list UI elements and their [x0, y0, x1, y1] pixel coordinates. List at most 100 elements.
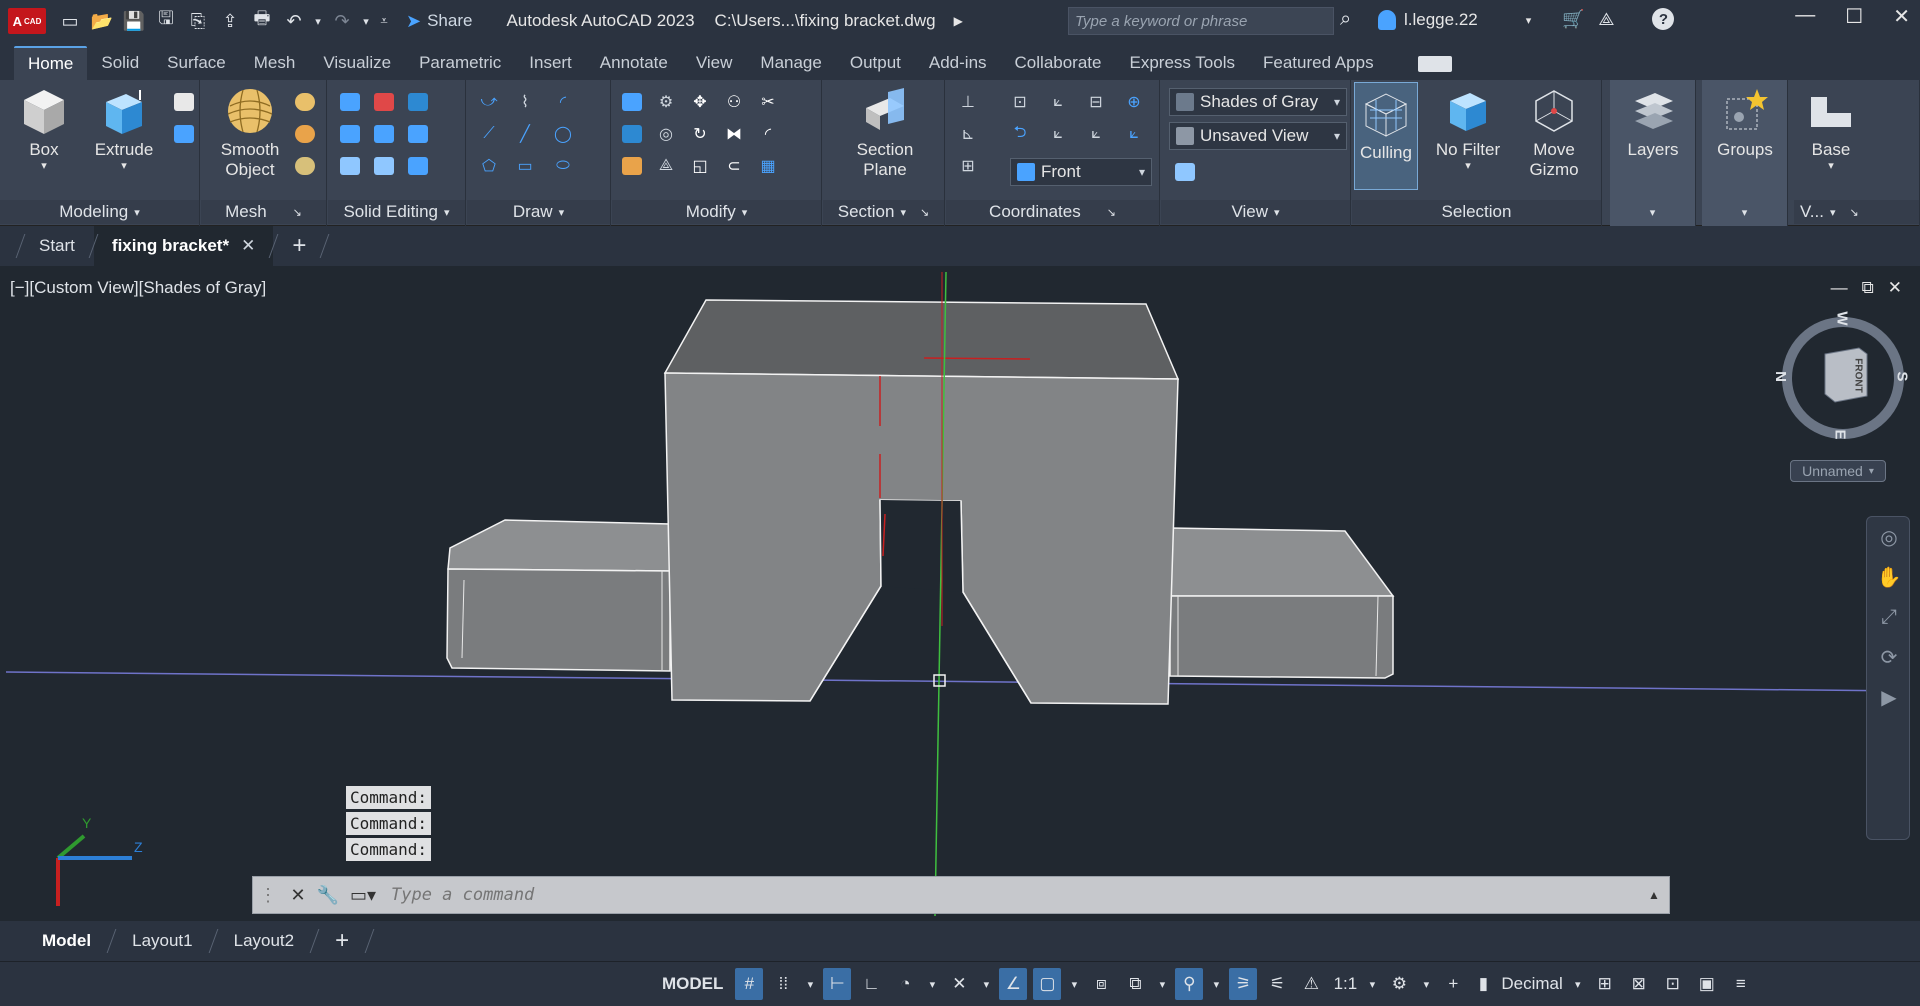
base-view-button[interactable]: Base ▾: [1794, 86, 1868, 174]
tab-output[interactable]: Output: [836, 46, 915, 80]
tab-model[interactable]: Model: [22, 921, 111, 961]
user-dropdown-icon[interactable]: ▾: [1526, 14, 1532, 27]
ellipse-icon[interactable]: ⬭: [549, 152, 577, 180]
tab-visualize[interactable]: Visualize: [309, 46, 405, 80]
tab-parametric[interactable]: Parametric: [405, 46, 515, 80]
view-direction-dropdown[interactable]: Front ▾: [1010, 158, 1152, 186]
smooth-object-button[interactable]: Smooth Object: [213, 86, 287, 181]
selection-filter-icon[interactable]: ⚲: [1175, 968, 1204, 1000]
close-tab-icon[interactable]: ✕: [241, 236, 255, 256]
snap-dropdown-icon[interactable]: ▾: [803, 968, 817, 1000]
selection-filter-dropdown-icon[interactable]: ▾: [1209, 968, 1223, 1000]
share-button[interactable]: ➤ Share: [406, 11, 472, 32]
expand-arrow-icon[interactable]: ▶: [954, 14, 963, 28]
command-input[interactable]: [383, 880, 1639, 910]
annotation-scale-dropdown-icon[interactable]: ▾: [1365, 968, 1379, 1000]
panel-title-draw[interactable]: Draw ▾: [467, 200, 610, 224]
isolate-objects-icon[interactable]: ⊡: [1659, 968, 1687, 1000]
isometric-drafting-icon[interactable]: ✕: [945, 968, 973, 1000]
panel-title-section[interactable]: Section ▾ ↘: [823, 200, 944, 224]
viewport-restore-icon[interactable]: ⧉: [1862, 278, 1874, 298]
ucs-view-icon[interactable]: ⊟: [1082, 88, 1110, 116]
ucs-origin-icon[interactable]: ⊞: [954, 152, 982, 180]
redo-icon[interactable]: ↷: [328, 7, 356, 35]
move-gizmo-button[interactable]: Move Gizmo: [1514, 86, 1594, 181]
tab-add-ins[interactable]: Add-ins: [915, 46, 1001, 80]
clean-screen-icon[interactable]: ▣: [1693, 968, 1721, 1000]
helix-icon[interactable]: ⌇: [511, 88, 539, 116]
open-folder-icon[interactable]: 📂: [88, 7, 116, 35]
command-history-expand-icon[interactable]: ▲: [1639, 888, 1669, 902]
panel-title-modify[interactable]: Modify ▾: [612, 200, 821, 224]
tab-surface[interactable]: Surface: [153, 46, 240, 80]
no-filter-button[interactable]: No Filter ▾: [1428, 86, 1508, 174]
command-line-grip-icon[interactable]: ⋮: [253, 885, 283, 906]
extrude-faces-icon[interactable]: [404, 120, 432, 148]
rectangle-icon[interactable]: ▭: [511, 152, 539, 180]
ucs-world-icon[interactable]: ⊾: [954, 120, 982, 148]
object-snap-tracking-icon[interactable]: ∠: [999, 968, 1028, 1000]
panel-title-base-view[interactable]: V... ▾ ↘: [1794, 200, 1919, 224]
user-account[interactable]: l.legge.22 ▾: [1378, 10, 1531, 30]
slice-icon[interactable]: [370, 120, 398, 148]
ucs-y-icon[interactable]: ⟀: [1120, 120, 1148, 148]
lock-ui-icon[interactable]: ⊠: [1625, 968, 1653, 1000]
polyline-icon[interactable]: ⤻: [475, 88, 503, 116]
ucs-named-icon[interactable]: ⊕: [1120, 88, 1148, 116]
cart-icon[interactable]: 🛒: [1562, 9, 1584, 30]
new-tab-button[interactable]: +: [274, 226, 324, 266]
3d-scale-icon[interactable]: ⟁: [652, 152, 680, 180]
tab-express-tools[interactable]: Express Tools: [1115, 46, 1249, 80]
infer-constraints-icon[interactable]: ⊢: [823, 968, 852, 1000]
polar-dropdown-icon[interactable]: ▾: [925, 968, 939, 1000]
annotation-scale-icon[interactable]: ⚠: [1297, 968, 1325, 1000]
tab-layout1[interactable]: Layout1: [112, 921, 213, 961]
tab-featured-apps[interactable]: Featured Apps: [1249, 46, 1388, 80]
layers-button[interactable]: Layers: [1616, 86, 1690, 160]
dynamic-ucs-icon[interactable]: ⧉: [1121, 968, 1149, 1000]
viewcube[interactable]: FRONT W N S E: [1772, 310, 1911, 446]
fillet-icon[interactable]: ◜: [754, 120, 782, 148]
polygon-icon[interactable]: ⬠: [475, 152, 503, 180]
panel-title-mesh[interactable]: Mesh ↘: [201, 200, 326, 224]
scale-icon[interactable]: ◱: [686, 152, 714, 180]
pan-icon[interactable]: ✋: [1867, 557, 1911, 597]
new-file-icon[interactable]: ▭: [56, 7, 84, 35]
units-value[interactable]: Decimal: [1499, 968, 1564, 1000]
ucs-x-icon[interactable]: ⟀: [1044, 120, 1072, 148]
ucs-dropdown[interactable]: Unnamed ▾: [1790, 460, 1886, 482]
viewport-config-icon[interactable]: [1171, 158, 1199, 186]
tab-home[interactable]: Home: [14, 46, 88, 80]
mesh-crease-icon[interactable]: [291, 120, 319, 148]
close-command-line-icon[interactable]: ✕: [283, 885, 313, 906]
ucs-z-icon[interactable]: ⟀: [1082, 120, 1110, 148]
offset-icon[interactable]: ⊂: [720, 152, 748, 180]
viewport-minimize-icon[interactable]: —: [1831, 278, 1848, 298]
zoom-extents-icon[interactable]: ⤢: [1867, 597, 1911, 637]
customize-toolbar-icon[interactable]: ⩡: [376, 7, 392, 35]
help-search-input[interactable]: Type a keyword or phrase: [1068, 7, 1334, 35]
ucs-icon[interactable]: ⊥: [954, 88, 982, 116]
tab-manage[interactable]: Manage: [746, 46, 835, 80]
units-icon[interactable]: ▮: [1473, 968, 1493, 1000]
autodesk-app-icon[interactable]: ⟁: [1598, 9, 1614, 30]
tab-mesh[interactable]: Mesh: [240, 46, 310, 80]
minimize-icon[interactable]: —: [1795, 4, 1815, 29]
help-icon[interactable]: ?: [1652, 8, 1675, 30]
tab-view[interactable]: View: [682, 46, 747, 80]
plot-icon[interactable]: 🖶: [248, 7, 276, 35]
union-icon[interactable]: [336, 88, 364, 116]
named-view-dropdown[interactable]: Unsaved View ▾: [1169, 122, 1347, 150]
maximize-icon[interactable]: ☐: [1845, 4, 1863, 29]
copy-icon[interactable]: ⚇: [720, 88, 748, 116]
arc-icon[interactable]: ◜: [549, 88, 577, 116]
panel-title-view[interactable]: View ▾: [1161, 200, 1350, 224]
object-snap-dropdown-icon[interactable]: ▾: [1067, 968, 1081, 1000]
model-space-button[interactable]: MODEL: [656, 968, 729, 1000]
tab-annotate[interactable]: Annotate: [586, 46, 682, 80]
steering-wheel-icon[interactable]: ◎: [1867, 517, 1911, 557]
visual-style-dropdown[interactable]: Shades of Gray ▾: [1169, 88, 1347, 116]
3d-align-icon[interactable]: [618, 120, 646, 148]
groups-expand[interactable]: ▾: [1702, 200, 1787, 224]
tab-start[interactable]: Start: [21, 226, 93, 266]
